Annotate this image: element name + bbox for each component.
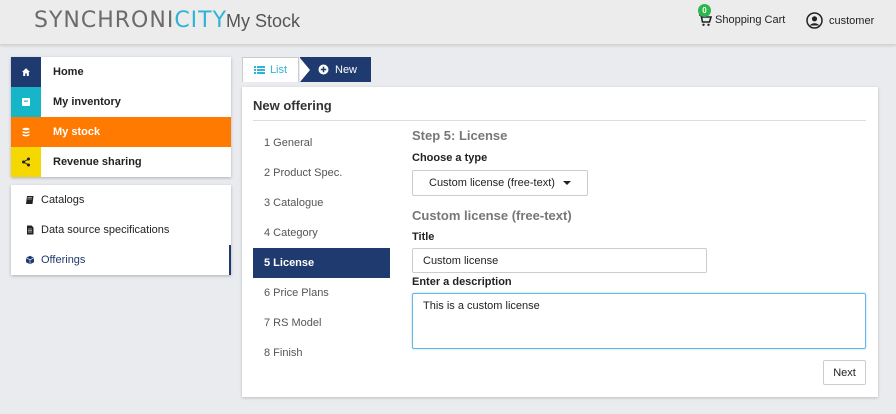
tab-new-label: New [335,63,358,76]
stock-sub-navigation: Catalogs Data source specifications Offe… [11,185,231,275]
step-price-plans[interactable]: 6 Price Plans [253,278,390,308]
cart-icon: 0 [698,4,713,27]
nav-item-my-stock[interactable]: My stock [11,117,231,147]
inventory-icon [11,87,41,117]
database-icon [11,117,41,147]
license-sub-heading: Custom license (free-text) [412,208,572,223]
sub-item-offerings[interactable]: Offerings [11,245,231,275]
top-header: SYNCHRONICITY My Stock 0 Shopping Cart c… [0,0,896,45]
nav-item-revenue-sharing[interactable]: Revenue sharing [11,147,231,177]
user-name: customer [829,14,875,27]
description-label: Enter a description [412,276,512,288]
wizard-steps: 1 General 2 Product Spec. 3 Catalogue 4 … [253,128,390,368]
step-category[interactable]: 4 Category [253,218,390,248]
panel-title: New offering [253,98,332,113]
step-heading: Step 5: License [412,128,508,143]
document-icon [27,225,34,235]
page-title: My Stock [226,11,301,31]
sub-item-catalogs[interactable]: Catalogs [11,185,231,215]
sub-item-label: Offerings [41,254,86,266]
license-type-select[interactable]: Custom license (free-text) [412,170,588,196]
title-label: Title [412,231,435,243]
main-navigation: Home My inventory My stock Revenue shari… [11,57,231,177]
book-icon [26,196,34,204]
tab-list[interactable]: List [242,57,299,82]
plus-circle-icon [318,64,329,75]
tab-new[interactable]: New [300,57,371,82]
license-description-value: This is a custom license [423,300,540,312]
cart-label: Shopping Cart [715,14,786,26]
nav-item-label: Home [53,66,84,78]
nav-item-home[interactable]: Home [11,57,231,87]
panel-divider [253,120,866,121]
step-product-spec[interactable]: 2 Product Spec. [253,158,390,188]
cube-icon [25,255,35,265]
nav-item-label: My stock [53,126,101,138]
sub-item-data-source-specifications[interactable]: Data source specifications [11,215,231,245]
sub-item-label: Catalogs [41,194,85,206]
license-title-value: Custom license [423,254,499,267]
tab-list-label: List [269,64,288,76]
cart-count-badge: 0 [698,4,711,17]
type-label: Choose a type [412,152,488,164]
license-title-input[interactable]: Custom license [412,248,707,273]
user-icon [806,12,823,29]
step-rs-model[interactable]: 7 RS Model [253,308,390,338]
chevron-down-icon [562,181,571,185]
next-button[interactable]: Next [823,360,866,385]
breadcrumb-arrow [300,57,310,82]
license-description-textarea[interactable]: This is a custom license [412,293,866,349]
step-license[interactable]: 5 License [253,248,390,278]
user-menu[interactable]: customer [806,12,874,29]
home-icon [11,57,41,87]
synchronicity-logo[interactable]: SYNCHRONICITY [34,8,227,33]
logo-text-part2: CITY [174,8,228,33]
share-icon [11,147,41,177]
sub-item-label: Data source specifications [41,224,170,236]
shopping-cart-button[interactable]: 0 Shopping Cart [698,4,786,27]
new-offering-panel: New offering 1 General 2 Product Spec. 3… [242,87,878,397]
step-finish[interactable]: 8 Finish [253,338,390,368]
logo-text-part1: SYNCHRONI [34,8,175,33]
step-catalogue[interactable]: 3 Catalogue [253,188,390,218]
license-type-value: Custom license (free-text) [429,177,555,189]
step-general[interactable]: 1 General [253,128,390,158]
nav-item-my-inventory[interactable]: My inventory [11,87,231,117]
license-form: Step 5: License Choose a type Custom lic… [412,128,867,349]
list-icon [253,66,265,74]
nav-item-label: Revenue sharing [53,156,142,168]
nav-item-label: My inventory [53,96,121,108]
